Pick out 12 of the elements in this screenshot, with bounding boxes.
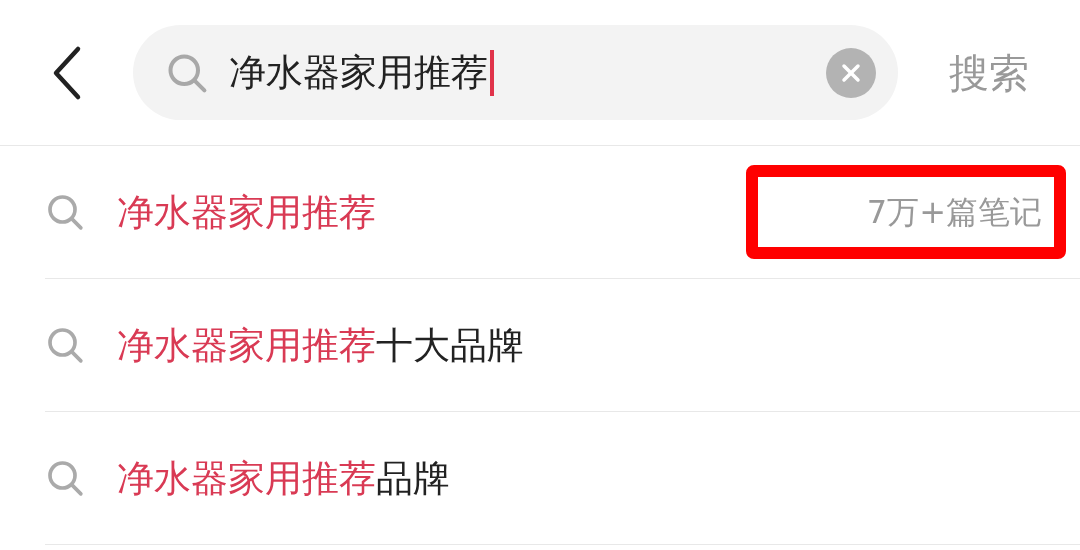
search-text: 净水器家用推荐 xyxy=(229,54,488,91)
text-cursor xyxy=(490,49,494,96)
search-icon xyxy=(45,458,85,498)
suggestion-text[interactable]: 净水器家用推荐 xyxy=(117,193,376,231)
close-icon xyxy=(841,62,861,83)
suggestion-text[interactable]: 净水器家用推荐十大品牌 xyxy=(117,326,524,364)
suggestion-text[interactable]: 净水器家用推荐品牌 xyxy=(117,459,450,497)
note-count: 7万+篇笔记 xyxy=(746,165,1066,259)
clear-button[interactable] xyxy=(826,47,876,98)
search-icon xyxy=(45,325,85,365)
search-icon xyxy=(45,192,85,232)
search-field[interactable]: 净水器家用推荐 xyxy=(133,25,898,120)
